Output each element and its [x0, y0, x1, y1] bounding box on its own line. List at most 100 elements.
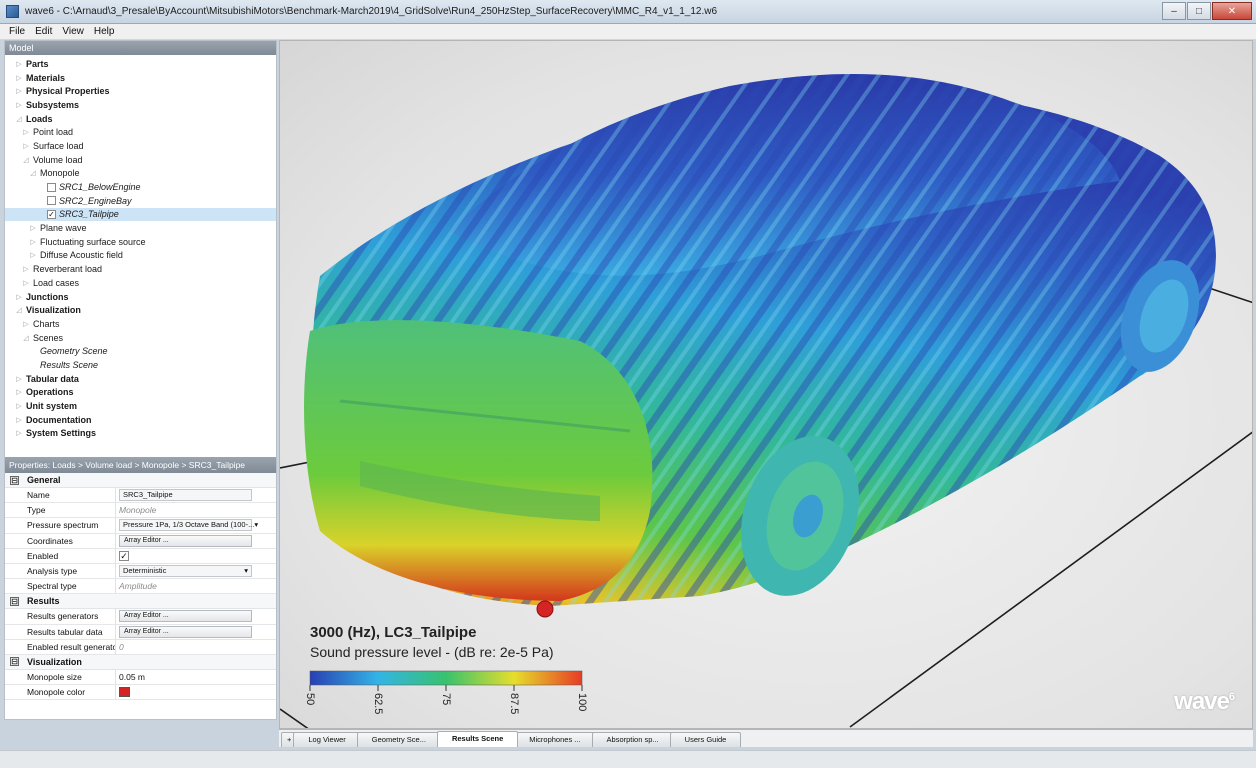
tree-item[interactable]: Geometry Scene — [5, 344, 276, 358]
tree-item[interactable]: ▷ Surface load — [5, 139, 276, 153]
tree-item[interactable]: ▷ Operations — [5, 386, 276, 400]
expand-arrow-icon[interactable]: ▷ — [29, 251, 37, 259]
expand-arrow-icon[interactable]: ▷ — [22, 265, 30, 273]
analysis-type-select[interactable]: Deterministic ▾ — [119, 565, 252, 578]
tree-item[interactable]: ◿ Volume load — [5, 153, 276, 167]
expand-arrow-icon[interactable]: ▷ — [29, 224, 37, 232]
model-header: Model — [5, 41, 276, 55]
tab-microphones[interactable]: Microphones ... — [514, 732, 596, 747]
tab-users-guide[interactable]: Users Guide — [669, 732, 742, 747]
tree-item[interactable]: ▷ Parts — [5, 57, 276, 71]
prop-label: Results generators — [5, 609, 116, 624]
tree-item-label: Surface load — [33, 140, 84, 151]
legend-tick-label: 50 — [304, 693, 316, 706]
tree-item[interactable]: ◿ Scenes — [5, 331, 276, 345]
menu-help[interactable]: Help — [89, 26, 120, 37]
tree-item[interactable]: ▷ Load cases — [5, 276, 276, 290]
collapse-arrow-icon[interactable]: ◿ — [29, 169, 37, 177]
tree-item[interactable]: ▷ System Settings — [5, 427, 276, 441]
results-tabular-button[interactable]: Array Editor ... — [119, 625, 252, 638]
results-generators-button[interactable]: Array Editor ... — [119, 610, 252, 623]
results-scene-viewport[interactable]: 3000 (Hz), LC3_Tailpipe Sound pressure l… — [279, 40, 1253, 729]
title-bar: wave6 - C:\Arnaud\3_Presale\ByAccount\Mi… — [0, 0, 1256, 24]
tree-checkbox[interactable] — [47, 196, 56, 206]
tree-item[interactable]: ▷ Fluctuating surface source — [5, 235, 276, 249]
tab-results-scene[interactable]: Results Scene — [436, 731, 519, 747]
expand-arrow-icon[interactable]: ▷ — [22, 279, 30, 287]
tree-item[interactable]: ▷ Physical Properties — [5, 84, 276, 98]
close-button[interactable]: ✕ — [1212, 2, 1252, 20]
tree-item[interactable]: ▷ Plane wave — [5, 221, 276, 235]
collapse-icon[interactable]: ⊟ — [10, 657, 19, 667]
tree-item[interactable]: ▷ Documentation — [5, 413, 276, 427]
chevron-down-icon: ▾ — [254, 520, 259, 530]
collapse-arrow-icon[interactable]: ◿ — [15, 115, 23, 123]
expand-arrow-icon[interactable]: ▷ — [15, 416, 23, 424]
expand-arrow-icon[interactable]: ▷ — [15, 388, 23, 396]
collapse-arrow-icon[interactable]: ◿ — [15, 306, 23, 314]
tree-item[interactable]: SRC1_BelowEngine — [5, 180, 276, 194]
tree-item[interactable]: ◿ Monopole — [5, 167, 276, 181]
expand-arrow-icon[interactable]: ▷ — [22, 320, 30, 328]
monopole-source-marker[interactable] — [536, 600, 554, 618]
pressure-spectrum-select[interactable]: Pressure 1Pa, 1/3 Octave Band (100-... ▾ — [119, 519, 258, 532]
tree-item-label: Operations — [26, 387, 74, 398]
enabled-checkbox[interactable]: ✓ — [119, 550, 129, 561]
tree-item[interactable]: ▷ Materials — [5, 71, 276, 85]
monopole-size-value[interactable]: 0.05 m — [116, 670, 276, 684]
tree-checkbox[interactable] — [47, 182, 56, 192]
maximize-button[interactable]: □ — [1187, 2, 1211, 20]
collapse-icon[interactable]: ⊟ — [10, 596, 19, 606]
tree-item[interactable]: ✓ SRC3_Tailpipe — [5, 207, 276, 222]
tree-item-label: System Settings — [26, 428, 97, 439]
expand-arrow-icon[interactable]: ▷ — [22, 142, 30, 150]
tree-item[interactable]: ▷ Charts — [5, 317, 276, 331]
tree-item-label: Charts — [33, 318, 60, 329]
tree-item-label: SRC2_EngineBay — [59, 195, 132, 206]
tree-item[interactable]: SRC2_EngineBay — [5, 194, 276, 208]
tab-absorption-spectra[interactable]: Absorption sp... — [591, 732, 674, 747]
tree-item[interactable]: ▷ Tabular data — [5, 372, 276, 386]
tree-item[interactable]: ▷ Point load — [5, 125, 276, 139]
minimize-button[interactable]: – — [1162, 2, 1186, 20]
tree-item[interactable]: ▷ Reverberant load — [5, 262, 276, 276]
menu-view[interactable]: View — [57, 26, 89, 37]
tree-item[interactable]: ◿ Loads — [5, 112, 276, 126]
expand-arrow-icon[interactable]: ▷ — [22, 128, 30, 136]
name-field[interactable]: SRC3_Tailpipe — [119, 489, 252, 502]
expand-arrow-icon[interactable]: ▷ — [15, 101, 23, 109]
section-visualization[interactable]: ⊟ Visualization — [5, 654, 276, 670]
expand-arrow-icon[interactable]: ▷ — [15, 87, 23, 95]
expand-arrow-icon[interactable]: ▷ — [29, 238, 37, 246]
menu-bar: File Edit View Help — [0, 24, 1256, 40]
tree-item[interactable]: Results Scene — [5, 358, 276, 372]
monopole-color-swatch[interactable] — [119, 687, 130, 698]
prop-row-monopole-size: Monopole size 0.05 m — [5, 669, 276, 686]
expand-arrow-icon[interactable]: ▷ — [15, 293, 23, 301]
tab-log-viewer[interactable]: Log Viewer — [293, 732, 361, 747]
tree-item[interactable]: ▷ Junctions — [5, 290, 276, 304]
collapse-arrow-icon[interactable]: ◿ — [22, 156, 30, 164]
expand-arrow-icon[interactable]: ▷ — [15, 402, 23, 410]
expand-arrow-icon[interactable]: ▷ — [15, 74, 23, 82]
expand-arrow-icon[interactable]: ▷ — [15, 60, 23, 68]
tree-item-label: Visualization — [26, 305, 81, 316]
tree-item[interactable]: ▷ Subsystems — [5, 98, 276, 112]
tree-item[interactable]: ◿ Visualization — [5, 303, 276, 317]
menu-edit[interactable]: Edit — [30, 26, 57, 37]
tree-item[interactable]: ▷ Diffuse Acoustic field — [5, 249, 276, 263]
section-general[interactable]: ⊟ General — [5, 473, 276, 488]
section-results[interactable]: ⊟ Results — [5, 594, 276, 610]
tree-item[interactable]: ▷ Unit system — [5, 399, 276, 413]
collapse-arrow-icon[interactable]: ◿ — [22, 334, 30, 342]
coordinates-array-editor-button[interactable]: Array Editor ... — [119, 534, 252, 547]
collapse-icon[interactable]: ⊟ — [10, 475, 19, 485]
properties-header: Properties: Loads > Volume load > Monopo… — [5, 457, 276, 473]
tree-item-label: Physical Properties — [26, 86, 110, 97]
expand-arrow-icon[interactable]: ▷ — [15, 429, 23, 437]
tree-checkbox[interactable]: ✓ — [47, 209, 56, 219]
tab-geometry-scene[interactable]: Geometry Sce... — [356, 732, 441, 747]
expand-arrow-icon[interactable]: ▷ — [15, 375, 23, 383]
menu-file[interactable]: File — [4, 26, 30, 37]
prop-label: Results tabular data — [5, 624, 116, 639]
